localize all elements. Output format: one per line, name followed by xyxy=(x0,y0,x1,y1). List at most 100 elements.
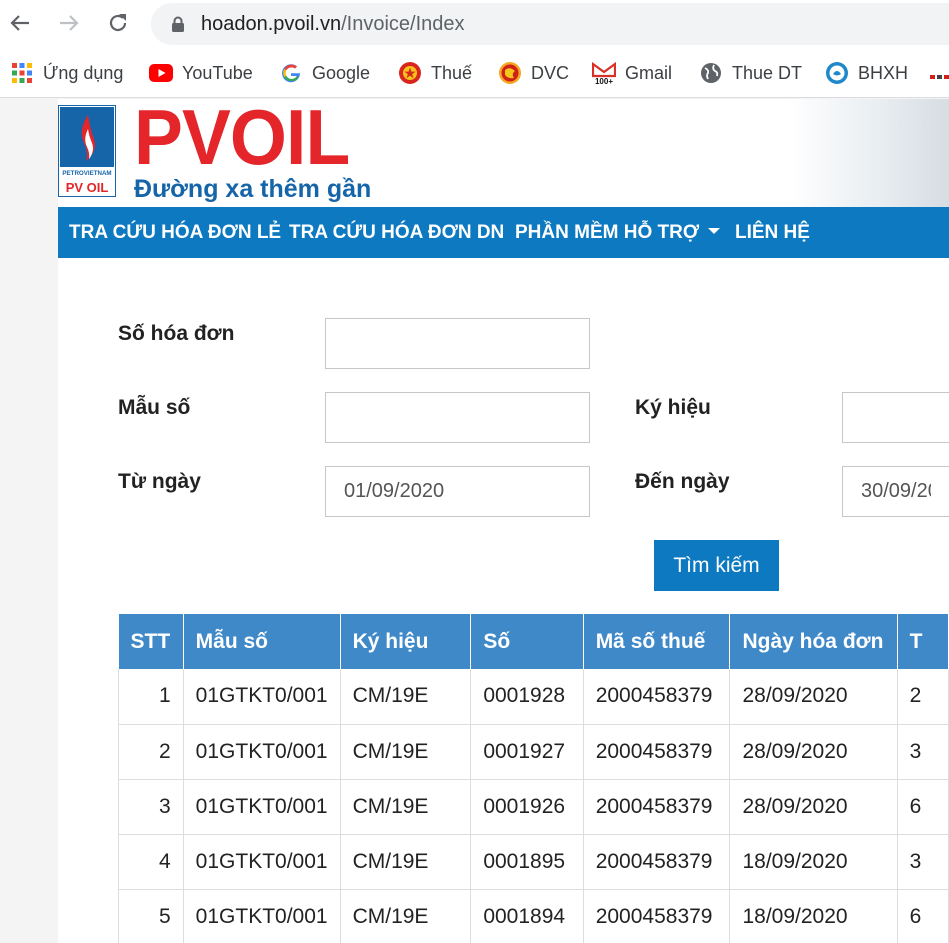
cell-invoice-date: 28/09/2020 xyxy=(729,724,898,780)
svg-text:100+: 100+ xyxy=(595,77,613,85)
cell-template: 01GTKT0/001 xyxy=(183,889,341,943)
bookmark-label: Ứng dụng xyxy=(43,62,124,83)
from-date-input[interactable] xyxy=(325,466,590,517)
cell-truncated: 3 xyxy=(897,724,949,780)
col-stt: STT xyxy=(118,614,184,669)
table-row[interactable]: 5 01GTKT0/001 CM/19E 0001894 2000458379 … xyxy=(118,889,949,943)
template-input[interactable] xyxy=(325,392,590,443)
cell-symbol: CM/19E xyxy=(340,669,472,725)
cell-stt: 2 xyxy=(118,724,184,780)
template-label: Mẫu số xyxy=(118,396,191,419)
bookmark-thue[interactable]: Thuế xyxy=(398,60,472,86)
cell-number: 0001926 xyxy=(470,779,584,835)
cell-template: 01GTKT0/001 xyxy=(183,724,341,780)
menu-lookup-retail[interactable]: TRA CỨU HÓA ĐƠN LẺ xyxy=(69,207,281,258)
forward-button[interactable] xyxy=(55,9,83,37)
cell-truncated: 2 xyxy=(897,669,949,725)
misa-logo-icon xyxy=(930,75,949,79)
to-date-input[interactable] xyxy=(842,466,949,517)
url-path: /Invoice/Index xyxy=(341,13,465,35)
invoice-number-label: Số hóa đơn xyxy=(118,322,235,345)
cell-truncated: 6 xyxy=(897,889,949,943)
reload-icon xyxy=(109,14,127,32)
url-host: hoadon.pvoil.vn xyxy=(201,13,342,35)
table-row[interactable]: 4 01GTKT0/001 CM/19E 0001895 2000458379 … xyxy=(118,834,949,890)
cell-symbol: CM/19E xyxy=(340,889,472,943)
url-text: hoadon.pvoil.vn/Invoice/Index xyxy=(201,13,465,36)
bookmark-dvc[interactable]: DVC xyxy=(498,60,569,86)
to-date-label: Đến ngày xyxy=(635,470,730,493)
lock-icon xyxy=(172,16,184,32)
bookmark-label: Google xyxy=(312,62,371,83)
cell-number: 0001894 xyxy=(470,889,584,943)
symbol-input[interactable] xyxy=(842,392,949,443)
cell-invoice-date: 28/09/2020 xyxy=(729,669,898,725)
col-number: Số xyxy=(470,614,584,669)
back-button[interactable] xyxy=(6,9,34,37)
caret-down-icon xyxy=(708,227,721,234)
bookmark-gmail[interactable]: 100+ Gmail xyxy=(592,60,672,86)
cell-template: 01GTKT0/001 xyxy=(183,779,341,835)
bookmark-google[interactable]: Google xyxy=(279,60,370,86)
invoice-table: STT Mẫu số Ký hiệu Số Mã số thuế Ngày hó… xyxy=(118,614,949,943)
browser-toolbar: hoadon.pvoil.vn/Invoice/Index xyxy=(0,0,949,50)
cell-symbol: CM/19E xyxy=(340,834,472,890)
table-row[interactable]: 3 01GTKT0/001 CM/19E 0001926 2000458379 … xyxy=(118,779,949,835)
cell-tax-code: 2000458379 xyxy=(583,779,731,835)
cell-tax-code: 2000458379 xyxy=(583,724,731,780)
cell-number: 0001928 xyxy=(470,669,584,725)
svg-text:PV OIL: PV OIL xyxy=(66,180,109,195)
cell-template: 01GTKT0/001 xyxy=(183,669,341,725)
menu-contact[interactable]: LIÊN HỆ xyxy=(735,207,810,258)
cell-truncated: 6 xyxy=(897,779,949,835)
cell-symbol: CM/19E xyxy=(340,779,472,835)
bookmark-label: Thuế xyxy=(431,62,473,83)
bookmark-bhxh[interactable]: BHXH xyxy=(825,60,908,86)
reload-button[interactable] xyxy=(104,9,132,37)
bookmark-label: BHXH xyxy=(858,62,909,83)
cell-tax-code: 2000458379 xyxy=(583,669,731,725)
cell-number: 0001895 xyxy=(470,834,584,890)
cell-template: 01GTKT0/001 xyxy=(183,834,341,890)
cell-stt: 3 xyxy=(118,779,184,835)
search-button[interactable]: Tìm kiếm xyxy=(654,540,779,591)
cell-stt: 4 xyxy=(118,834,184,890)
arrow-right-icon xyxy=(60,15,79,31)
menu-support-label: PHẦN MỀM HỖ TRỢ xyxy=(515,222,700,243)
table-row[interactable]: 2 01GTKT0/001 CM/19E 0001927 2000458379 … xyxy=(118,724,949,780)
cell-tax-code: 2000458379 xyxy=(583,834,731,890)
page: PETROVIETNAM PV OIL PVOIL Đường xa thêm … xyxy=(58,93,949,943)
tax-emblem-icon xyxy=(398,61,422,85)
menu-support-software[interactable]: PHẦN MỀM HỖ TRỢ xyxy=(515,207,721,258)
gmail-icon: 100+ xyxy=(592,61,616,85)
table-header-row: STT Mẫu số Ký hiệu Số Mã số thuế Ngày hó… xyxy=(118,614,949,669)
cell-stt: 1 xyxy=(118,669,184,725)
brand-name: PVOIL xyxy=(134,93,350,181)
globe-icon xyxy=(699,61,723,85)
bookmark-youtube[interactable]: YouTube xyxy=(149,60,253,86)
slogan: Đường xa thêm gần xyxy=(134,175,372,203)
bookmark-thue-dt[interactable]: Thue DT xyxy=(699,60,802,86)
header-banner-image xyxy=(789,99,949,207)
col-template: Mẫu số xyxy=(183,614,341,669)
cell-invoice-date: 28/09/2020 xyxy=(729,779,898,835)
google-icon xyxy=(279,61,303,85)
col-symbol: Ký hiệu xyxy=(340,614,472,669)
cell-invoice-date: 18/09/2020 xyxy=(729,834,898,890)
bookmark-label: DVC xyxy=(531,62,570,83)
table-row[interactable]: 1 01GTKT0/001 CM/19E 0001928 2000458379 … xyxy=(118,669,949,725)
bookmark-label: Thue DT xyxy=(732,62,803,83)
address-bar[interactable]: hoadon.pvoil.vn/Invoice/Index xyxy=(151,3,949,45)
col-truncated: T xyxy=(897,614,949,669)
youtube-icon xyxy=(149,61,173,85)
bookmark-misa-cut[interactable] xyxy=(930,64,949,90)
bookmark-apps[interactable]: Ứng dụng xyxy=(10,60,123,86)
petrovietnam-logo-icon[interactable]: PETROVIETNAM PV OIL xyxy=(58,105,116,197)
bookmark-label: YouTube xyxy=(182,62,253,83)
invoice-number-input[interactable] xyxy=(325,318,590,369)
menu-lookup-business[interactable]: TRA CỨU HÓA ĐƠN DN xyxy=(289,207,504,258)
cell-number: 0001927 xyxy=(470,724,584,780)
cell-symbol: CM/19E xyxy=(340,724,472,780)
bhxh-icon xyxy=(825,61,849,85)
cell-stt: 5 xyxy=(118,889,184,943)
